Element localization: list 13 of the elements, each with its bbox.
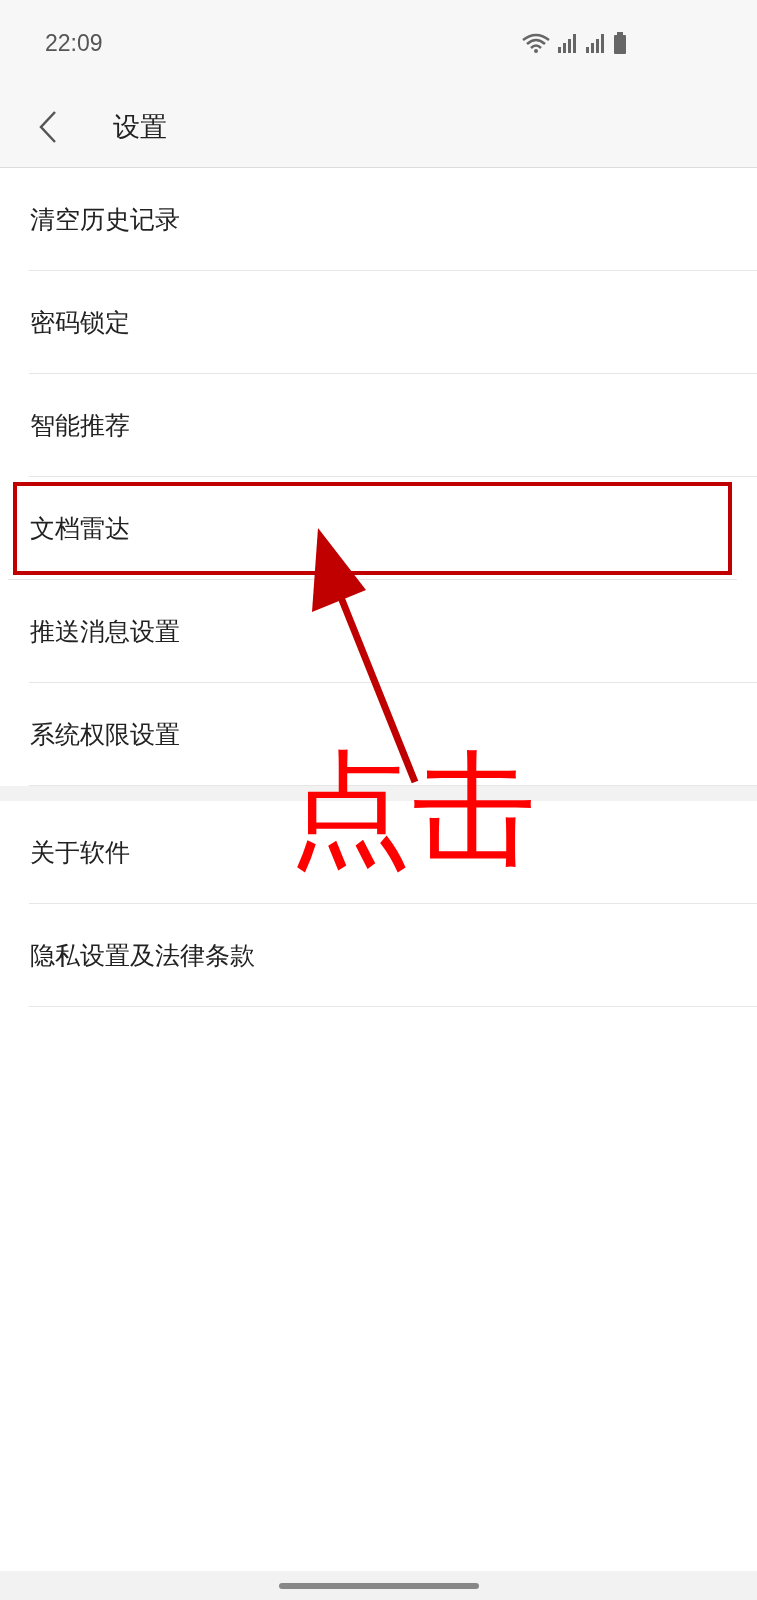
page-title: 设置 — [113, 109, 167, 144]
settings-item[interactable]: 隐私设置及法律条款 — [29, 904, 757, 1007]
battery-icon — [613, 32, 627, 54]
settings-item[interactable]: 文档雷达 — [8, 477, 737, 580]
signal-icon — [585, 32, 607, 54]
settings-item[interactable]: 清空历史记录 — [29, 168, 757, 271]
settings-item[interactable]: 智能推荐 — [29, 374, 757, 477]
settings-item[interactable]: 密码锁定 — [29, 271, 757, 374]
home-handle[interactable] — [278, 1582, 479, 1589]
status-time: 22:09 — [45, 29, 103, 57]
back-icon[interactable] — [38, 109, 58, 144]
signal-icon — [557, 32, 579, 54]
wifi-icon — [521, 32, 551, 54]
